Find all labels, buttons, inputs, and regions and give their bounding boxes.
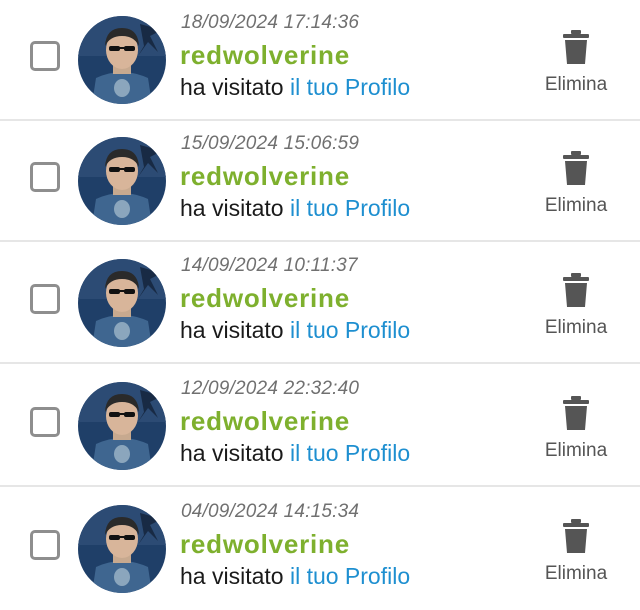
select-checkbox[interactable] <box>30 162 60 192</box>
action-text: ha visitato il tuo Profilo <box>180 74 410 101</box>
avatar[interactable] <box>78 137 166 225</box>
visit-date: 14/09/2024 10:11:37 <box>181 255 358 276</box>
username-link[interactable]: redwolverine <box>180 40 350 71</box>
visit-date: 12/09/2024 22:32:40 <box>181 378 360 399</box>
trash-icon <box>563 151 589 185</box>
action-text: ha visitato il tuo Profilo <box>180 195 410 222</box>
delete-label: Elimina <box>544 440 608 461</box>
select-checkbox[interactable] <box>30 284 60 314</box>
username-link[interactable]: redwolverine <box>180 529 350 560</box>
select-checkbox[interactable] <box>30 407 60 437</box>
profile-link[interactable]: il tuo Profilo <box>290 74 410 100</box>
action-text: ha visitato il tuo Profilo <box>180 563 410 590</box>
notification-row: 04/09/2024 14:15:34 redwolverine ha visi… <box>0 489 640 610</box>
delete-label: Elimina <box>544 74 608 95</box>
delete-button[interactable]: Elimina <box>536 151 616 221</box>
delete-label: Elimina <box>544 195 608 216</box>
delete-label: Elimina <box>544 563 608 584</box>
profile-link[interactable]: il tuo Profilo <box>290 440 410 466</box>
delete-button[interactable]: Elimina <box>536 30 616 100</box>
action-prefix: ha visitato <box>180 195 284 221</box>
notification-row: 15/09/2024 15:06:59 redwolverine ha visi… <box>0 121 640 242</box>
visit-date: 15/09/2024 15:06:59 <box>181 133 360 154</box>
avatar[interactable] <box>78 16 166 104</box>
avatar[interactable] <box>78 505 166 593</box>
delete-button[interactable]: Elimina <box>536 273 616 343</box>
delete-label: Elimina <box>544 317 608 338</box>
action-text: ha visitato il tuo Profilo <box>180 440 410 467</box>
select-checkbox[interactable] <box>30 530 60 560</box>
username-link[interactable]: redwolverine <box>180 161 350 192</box>
action-prefix: ha visitato <box>180 440 284 466</box>
trash-icon <box>563 396 589 430</box>
action-text: ha visitato il tuo Profilo <box>180 317 410 344</box>
action-prefix: ha visitato <box>180 317 284 343</box>
profile-link[interactable]: il tuo Profilo <box>290 563 410 589</box>
delete-button[interactable]: Elimina <box>536 396 616 466</box>
select-checkbox[interactable] <box>30 41 60 71</box>
trash-icon <box>563 273 589 307</box>
profile-link[interactable]: il tuo Profilo <box>290 195 410 221</box>
notification-row: 18/09/2024 17:14:36 redwolverine ha visi… <box>0 0 640 121</box>
profile-link[interactable]: il tuo Profilo <box>290 317 410 343</box>
notification-row: 14/09/2024 10:11:37 redwolverine ha visi… <box>0 243 640 364</box>
avatar[interactable] <box>78 382 166 470</box>
avatar[interactable] <box>78 259 166 347</box>
username-link[interactable]: redwolverine <box>180 283 350 314</box>
notification-list: 18/09/2024 17:14:36 redwolverine ha visi… <box>0 0 640 602</box>
username-link[interactable]: redwolverine <box>180 406 350 437</box>
visit-date: 18/09/2024 17:14:36 <box>181 12 360 33</box>
visit-date: 04/09/2024 14:15:34 <box>181 501 360 522</box>
action-prefix: ha visitato <box>180 74 284 100</box>
action-prefix: ha visitato <box>180 563 284 589</box>
notification-row: 12/09/2024 22:32:40 redwolverine ha visi… <box>0 366 640 487</box>
trash-icon <box>563 30 589 64</box>
trash-icon <box>563 519 589 553</box>
delete-button[interactable]: Elimina <box>536 519 616 589</box>
